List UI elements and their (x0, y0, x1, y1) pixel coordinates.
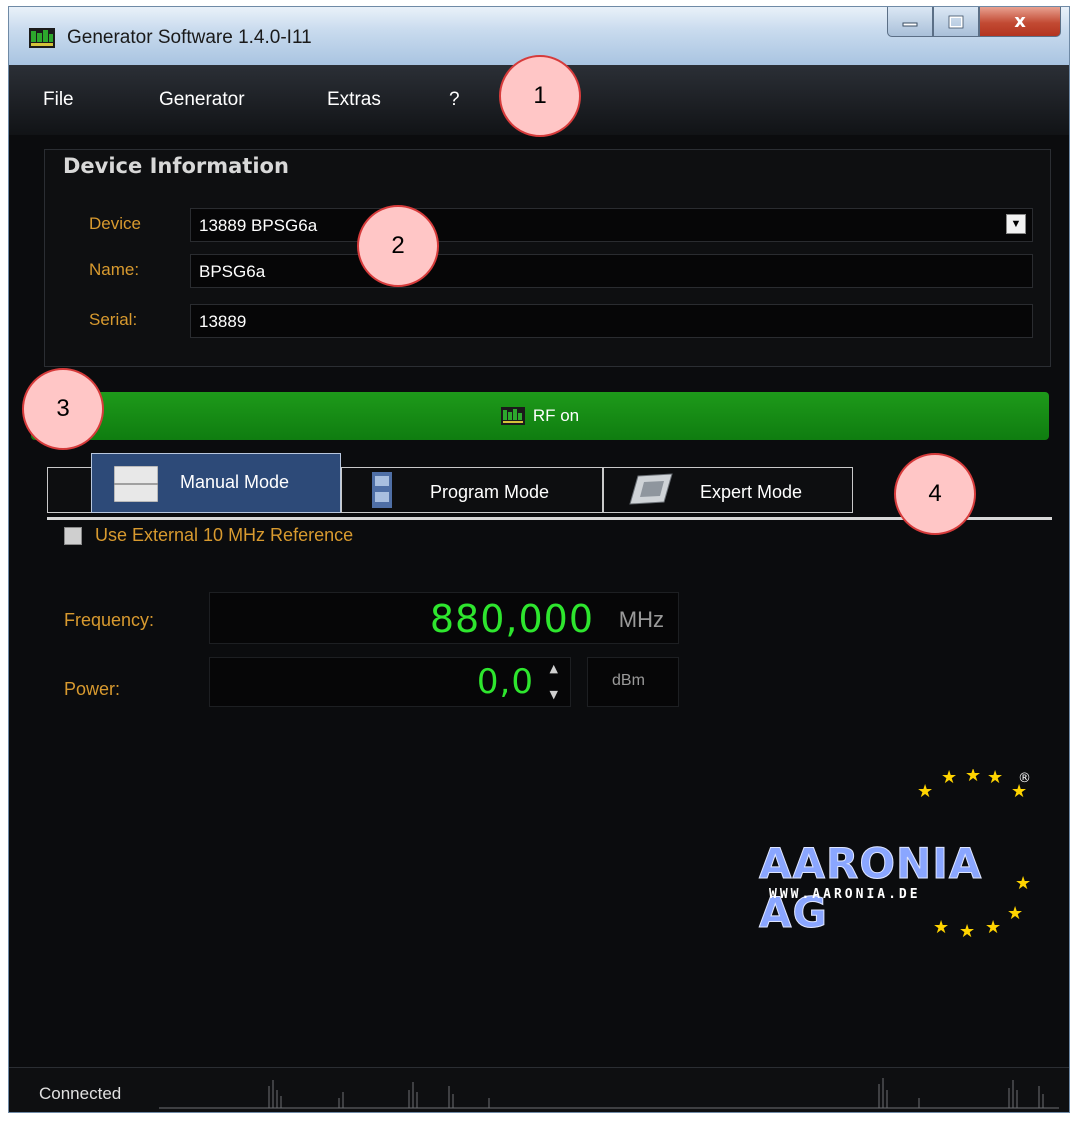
spin-up-icon[interactable]: ▲ (550, 662, 558, 675)
power-label: Power: (64, 679, 121, 699)
program-mode-icon (372, 472, 392, 508)
close-button[interactable]: x (979, 7, 1061, 37)
frequency-field[interactable]: 880,000 MHz (209, 592, 679, 644)
logo-url: WWW.AARONIA.DE (769, 887, 921, 902)
menu-file[interactable]: File (43, 89, 74, 111)
power-unit: dBm (612, 672, 645, 689)
callout-4: 4 (894, 453, 976, 535)
close-icon: x (1014, 11, 1026, 32)
status-text: Connected (39, 1084, 122, 1103)
tab-expert-mode[interactable]: Expert Mode (603, 467, 853, 513)
app-window: Generator Software 1.4.0-I11 x File Gene… (8, 6, 1070, 1113)
tab-manual-mode[interactable]: Manual Mode (91, 453, 341, 513)
menu-generator[interactable]: Generator (159, 89, 245, 111)
callout-1: 1 (499, 55, 581, 137)
frequency-value: 880,000 (429, 597, 594, 641)
aaronia-logo: ★ ★ ★ ★ ★ ★ ★ ★ ★ ★ ® AARONIA AG WWW.AAR… (745, 769, 1045, 939)
svg-text:★: ★ (965, 769, 981, 786)
app-icon (29, 28, 55, 48)
name-label: Name: (89, 260, 140, 279)
minimize-icon (902, 22, 918, 26)
frequency-unit: MHz (618, 607, 664, 632)
spin-down-icon[interactable]: ▼ (550, 688, 558, 701)
name-field-value: BPSG6a (199, 262, 266, 281)
tab-manual-mode-label: Manual Mode (180, 472, 290, 492)
registered-mark: ® (1018, 771, 1031, 786)
external-reference-label: Use External 10 MHz Reference (95, 525, 354, 545)
expert-mode-icon (629, 473, 673, 505)
svg-text:★: ★ (917, 781, 933, 802)
device-select-value: 13889 BPSG6a (199, 216, 318, 235)
status-bar: Connected (9, 1067, 1069, 1112)
serial-field-value: 13889 (199, 312, 247, 331)
rf-on-label: RF on (532, 406, 580, 425)
tab-expert-mode-label: Expert Mode (700, 482, 803, 502)
callout-2: 2 (357, 205, 439, 287)
name-field[interactable]: BPSG6a (190, 254, 1033, 288)
callout-3: 3 (22, 368, 104, 450)
manual-mode-icon (114, 466, 158, 502)
maximize-icon (948, 15, 964, 28)
device-label: Device (89, 214, 141, 233)
power-value: 0,0 (476, 662, 534, 702)
serial-label: Serial: (89, 310, 138, 329)
frequency-label: Frequency: (64, 610, 155, 630)
spectrum-decoration-icon (159, 1078, 1059, 1109)
chevron-down-icon[interactable]: ▼ (1006, 214, 1026, 234)
window-title: Generator Software 1.4.0-I11 (67, 27, 312, 48)
tab-program-mode-label: Program Mode (430, 482, 550, 502)
svg-text:★: ★ (941, 769, 957, 788)
device-information-panel: Device Information Device 13889 BPSG6a ▼… (44, 149, 1051, 367)
external-reference-checkbox[interactable] (64, 527, 82, 545)
serial-field[interactable]: 13889 (190, 304, 1033, 338)
device-select[interactable]: 13889 BPSG6a ▼ (190, 208, 1033, 242)
power-field[interactable]: 0,0 ▲ ▼ (209, 657, 571, 707)
menu-extras[interactable]: Extras (327, 89, 381, 111)
tab-spacer (47, 467, 93, 513)
rf-icon (500, 407, 525, 425)
maximize-button[interactable] (933, 7, 979, 37)
svg-text:★: ★ (987, 769, 1003, 788)
window-controls: x (887, 7, 1061, 41)
menu-help[interactable]: ? (449, 89, 460, 111)
tab-program-mode[interactable]: Program Mode (341, 467, 603, 513)
power-unit-box: dBm (587, 657, 679, 707)
rf-on-button[interactable]: RF on (31, 392, 1049, 440)
panel-title: Device Information (63, 154, 289, 178)
minimize-button[interactable] (887, 7, 933, 37)
